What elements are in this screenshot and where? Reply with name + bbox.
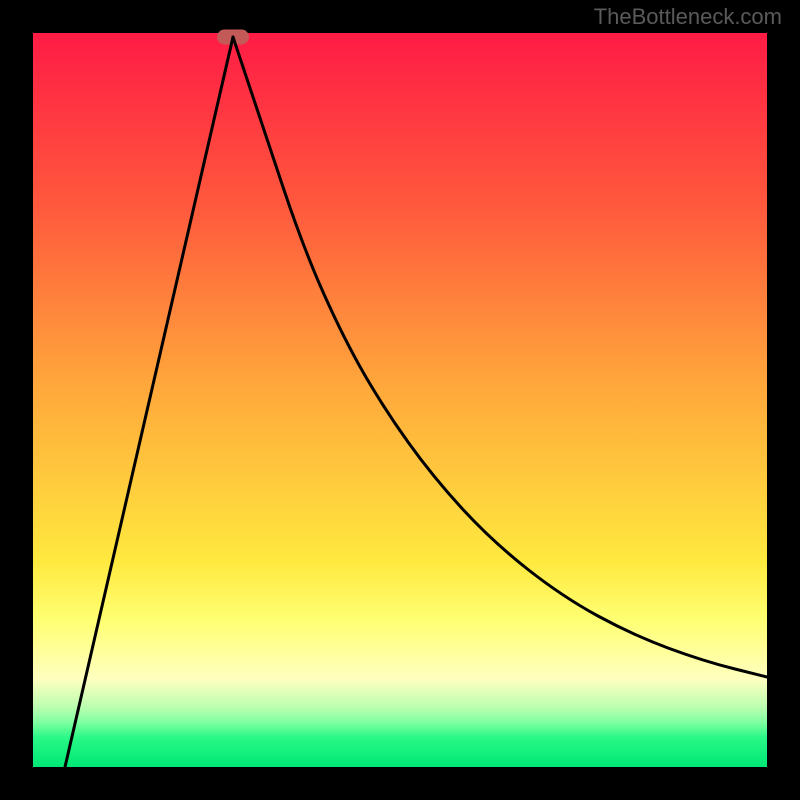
bottleneck-curve	[33, 33, 767, 767]
curve-left-branch	[65, 37, 233, 767]
curve-right-branch	[233, 37, 767, 677]
chart-plot-area	[33, 33, 767, 767]
watermark-text: TheBottleneck.com	[594, 4, 782, 30]
